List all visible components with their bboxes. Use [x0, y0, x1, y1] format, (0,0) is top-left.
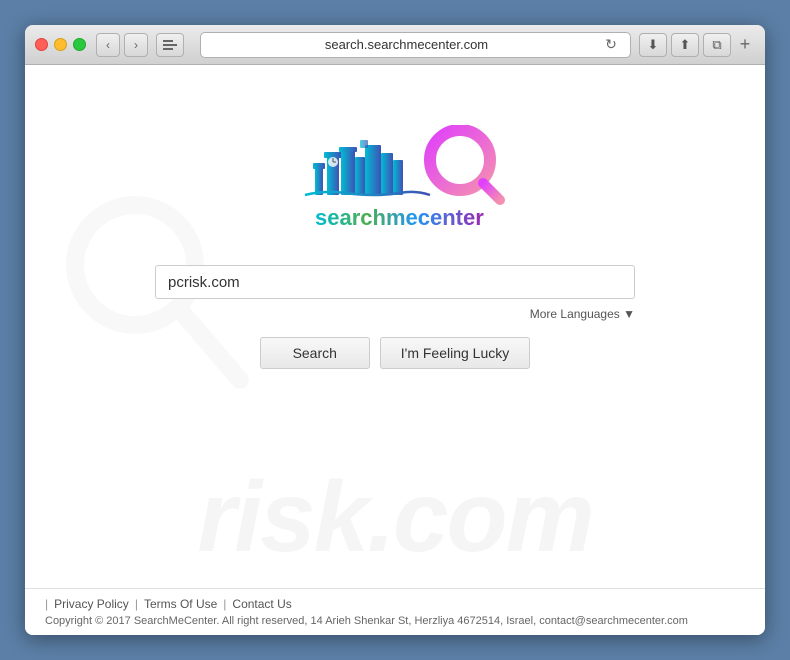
page-footer: | Privacy Policy | Terms Of Use | Contac… — [25, 588, 765, 635]
forward-button[interactable]: › — [124, 33, 148, 57]
footer-separator-1: | — [135, 597, 138, 611]
search-buttons: Search I'm Feeling Lucky — [260, 337, 531, 369]
logo-area: searchmecenter — [235, 125, 555, 245]
minimize-button[interactable] — [54, 38, 67, 51]
search-button[interactable]: Search — [260, 337, 370, 369]
footer-copyright: Copyright © 2017 SearchMeCenter. All rig… — [45, 615, 745, 627]
nav-buttons: ‹ › — [96, 33, 148, 57]
share-button[interactable]: ⬆ — [671, 33, 699, 57]
back-button[interactable]: ‹ — [96, 33, 120, 57]
search-bar-wrapper — [155, 265, 635, 299]
reload-button[interactable]: ↻ — [602, 36, 620, 54]
title-bar: ‹ › search.searchmecenter.com ↻ ⬇ ⬆ ⧉ + — [25, 25, 765, 65]
lucky-button[interactable]: I'm Feeling Lucky — [380, 337, 531, 369]
footer-links: | Privacy Policy | Terms Of Use | Contac… — [45, 597, 745, 611]
download-button[interactable]: ⬇ — [639, 33, 667, 57]
browser-window: ‹ › search.searchmecenter.com ↻ ⬇ ⬆ ⧉ + — [25, 25, 765, 635]
terms-of-use-link[interactable]: Terms Of Use — [144, 597, 217, 611]
url-text: search.searchmecenter.com — [211, 37, 602, 52]
add-tab-button[interactable]: + — [735, 35, 755, 55]
footer-separator-start: | — [45, 597, 48, 611]
new-tab-button[interactable]: ⧉ — [703, 33, 731, 57]
search-input[interactable] — [155, 265, 635, 299]
sidebar-icon — [163, 40, 177, 50]
address-bar[interactable]: search.searchmecenter.com ↻ — [200, 32, 631, 58]
page-content: risk.com — [25, 65, 765, 635]
svg-text:searchmecenter: searchmecenter — [315, 205, 484, 230]
traffic-lights — [35, 38, 86, 51]
search-page: searchmecenter More Languages ▼ Search I… — [25, 65, 765, 588]
close-button[interactable] — [35, 38, 48, 51]
privacy-policy-link[interactable]: Privacy Policy — [54, 597, 129, 611]
sidebar-button[interactable] — [156, 33, 184, 57]
more-languages-link[interactable]: More Languages ▼ — [530, 307, 635, 321]
footer-separator-2: | — [223, 597, 226, 611]
maximize-button[interactable] — [73, 38, 86, 51]
contact-us-link[interactable]: Contact Us — [232, 597, 291, 611]
toolbar-right: ⬇ ⬆ ⧉ — [639, 33, 731, 57]
